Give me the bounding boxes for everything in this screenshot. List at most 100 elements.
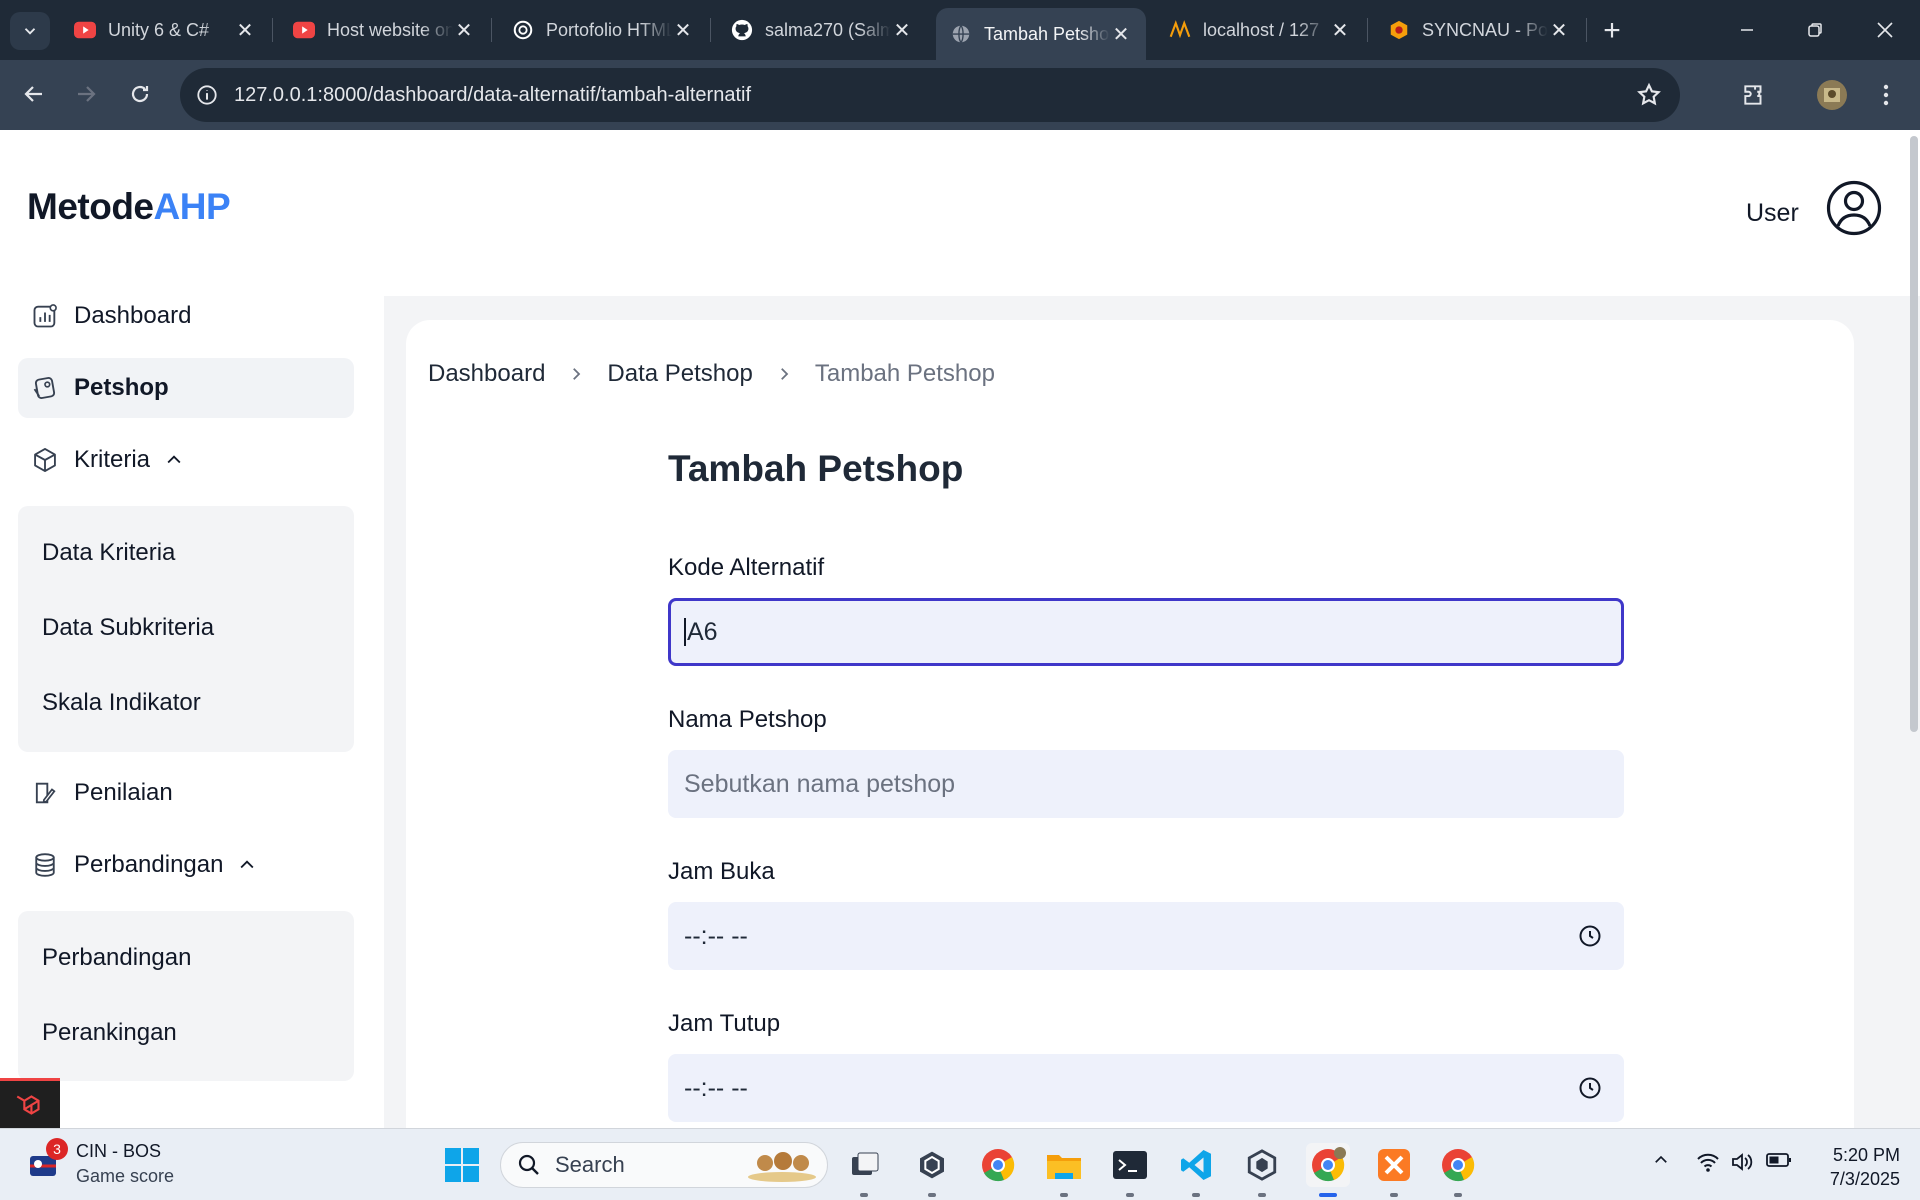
site-info-icon[interactable] <box>180 84 234 106</box>
tab-title: Unity 6 & C# <box>108 19 210 40</box>
arrow-right-icon <box>78 86 96 102</box>
submenu-item-data-kriteria[interactable]: Data Kriteria <box>42 539 175 567</box>
browser-tab[interactable]: Portofolio HTML ✕ <box>498 8 708 52</box>
running-indicator <box>1192 1193 1200 1197</box>
tab-title: salma270 (Salma <box>765 19 891 40</box>
reload-button[interactable] <box>120 74 160 114</box>
submenu-item-data-subkriteria[interactable]: Data Subkriteria <box>42 614 214 642</box>
browser-tab[interactable]: Unity 6 & C# ✕ <box>60 8 270 52</box>
clipboard-edit-icon <box>30 778 60 808</box>
user-label[interactable]: User <box>1746 199 1799 228</box>
taskbar-app-vscode[interactable] <box>1174 1143 1218 1197</box>
kriteria-submenu: Data Kriteria Data Subkriteria Skala Ind… <box>18 506 354 752</box>
battery-icon[interactable] <box>1766 1151 1792 1169</box>
browser-tab[interactable]: localhost / 127 ✕ <box>1155 8 1365 52</box>
phpmyadmin-icon <box>1169 19 1191 41</box>
taskbar-app-chrome-profile[interactable] <box>1306 1143 1350 1197</box>
taskbar-app-terminal[interactable] <box>1108 1143 1152 1197</box>
active-indicator <box>1319 1193 1337 1197</box>
taskbar-app-explorer[interactable] <box>1042 1143 1086 1197</box>
browser-tab[interactable]: Host website on ✕ <box>279 8 489 52</box>
page-scrollbar[interactable] <box>1910 136 1918 732</box>
clock-date: 7/3/2025 <box>1829 1169 1900 1189</box>
chevron-up-icon <box>237 855 257 875</box>
taskbar-app-chrome[interactable] <box>976 1143 1020 1187</box>
submenu-item-perbandingan[interactable]: Perbandingan <box>42 944 191 972</box>
taskbar-app-unity[interactable] <box>910 1143 954 1197</box>
submenu-item-perankingan[interactable]: Perankingan <box>42 1019 177 1047</box>
new-tab-button[interactable]: + <box>1595 14 1629 48</box>
kode-alternatif-value: A6 <box>687 617 718 646</box>
taskbar-app-chrome-2[interactable] <box>1436 1143 1480 1197</box>
back-button[interactable] <box>14 74 54 114</box>
openai-icon <box>512 19 534 41</box>
tray-overflow-chevron-icon[interactable] <box>1652 1151 1670 1169</box>
search-highlight-illustration <box>745 1147 819 1189</box>
clock-icon[interactable] <box>1578 1076 1602 1107</box>
youtube-icon <box>74 19 96 41</box>
chevron-right-icon <box>775 365 793 383</box>
tab-search-button[interactable] <box>10 12 50 50</box>
tab-separator <box>491 18 492 42</box>
minimize-icon <box>1741 29 1753 31</box>
text-caret <box>684 618 686 646</box>
browser-tab-active[interactable]: Tambah Petshop ✕ <box>936 8 1146 60</box>
close-icon[interactable]: ✕ <box>234 19 256 42</box>
jam-tutup-input[interactable]: --:-- -- <box>668 1054 1624 1122</box>
taskbar-search[interactable]: Search <box>500 1142 828 1188</box>
breadcrumb-dashboard[interactable]: Dashboard <box>428 360 545 388</box>
widget-game-score[interactable]: 3 CIN - BOS Game score <box>26 1138 174 1187</box>
windows-start-button[interactable] <box>440 1143 484 1187</box>
taskbar-app-unity-hub[interactable] <box>1240 1143 1284 1197</box>
close-icon[interactable]: ✕ <box>1110 23 1132 46</box>
submenu-item-skala-indikator[interactable]: Skala Indikator <box>42 689 201 717</box>
kode-alternatif-input[interactable]: A6 <box>668 598 1624 666</box>
database-icon <box>30 850 60 880</box>
logo-accent-text: AHP <box>153 186 231 227</box>
nama-petshop-input[interactable]: Sebutkan nama petshop <box>668 750 1624 818</box>
tab-title: localhost / 127 <box>1203 19 1320 40</box>
sidebar-item-petshop[interactable]: Petshop <box>18 358 354 418</box>
restore-button[interactable] <box>1790 10 1840 50</box>
tab-separator <box>710 18 711 42</box>
close-icon[interactable]: ✕ <box>1548 19 1570 42</box>
close-window-button[interactable] <box>1860 10 1910 50</box>
forward-button[interactable] <box>66 74 106 114</box>
close-icon[interactable]: ✕ <box>453 19 475 42</box>
unity-icon <box>920 1151 944 1179</box>
user-avatar-icon[interactable] <box>1826 180 1882 236</box>
unity-hub-icon <box>1247 1149 1277 1181</box>
jam-buka-input[interactable]: --:-- -- <box>668 902 1624 970</box>
bookmark-star-icon[interactable] <box>1636 82 1662 113</box>
close-icon[interactable]: ✕ <box>672 19 694 42</box>
close-icon[interactable]: ✕ <box>1329 19 1351 42</box>
extensions-icon[interactable] <box>1734 75 1774 115</box>
address-url[interactable]: 127.0.0.1:8000/dashboard/data-alternatif… <box>234 84 751 107</box>
sidebar-item-kriteria[interactable]: Kriteria <box>18 430 354 490</box>
laravel-debugbar-icon[interactable] <box>0 1078 60 1128</box>
taskbar-app-xampp[interactable] <box>1372 1143 1416 1197</box>
sidebar-item-penilaian[interactable]: Penilaian <box>18 763 354 823</box>
browser-tab[interactable]: salma270 (Salma ✕ <box>717 8 927 52</box>
sidebar-item-dashboard[interactable]: Dashboard <box>18 286 354 346</box>
close-icon[interactable]: ✕ <box>891 19 913 42</box>
browser-tab[interactable]: SYNCNAU - Portal ✕ <box>1374 8 1584 52</box>
minimize-button[interactable] <box>1722 10 1772 50</box>
clock-icon[interactable] <box>1578 924 1602 955</box>
profile-avatar[interactable] <box>1812 75 1852 115</box>
menu-kebab-icon[interactable] <box>1866 75 1906 115</box>
volume-icon[interactable] <box>1730 1151 1754 1173</box>
breadcrumb-data-petshop[interactable]: Data Petshop <box>607 360 752 388</box>
search-label: Search <box>555 1152 625 1177</box>
browser-tab-bar: Unity 6 & C# ✕ Host website on ✕ Portofo… <box>0 0 1920 60</box>
wifi-icon[interactable] <box>1696 1151 1720 1173</box>
address-bar[interactable]: 127.0.0.1:8000/dashboard/data-alternatif… <box>180 68 1680 122</box>
jam-buka-value: --:-- -- <box>684 921 748 950</box>
taskbar-app-files[interactable] <box>842 1143 886 1197</box>
sidebar-item-perbandingan[interactable]: Perbandingan <box>18 835 354 895</box>
sidebar: MetodeAHP Dashboard Petshop Kriteria Dat… <box>0 130 384 1128</box>
app-logo[interactable]: MetodeAHP <box>27 186 231 228</box>
chrome-icon <box>1442 1149 1475 1182</box>
widget-badge: 3 <box>46 1138 68 1160</box>
taskbar-clock[interactable]: 5:20 PM 7/3/2025 <box>1800 1143 1900 1191</box>
